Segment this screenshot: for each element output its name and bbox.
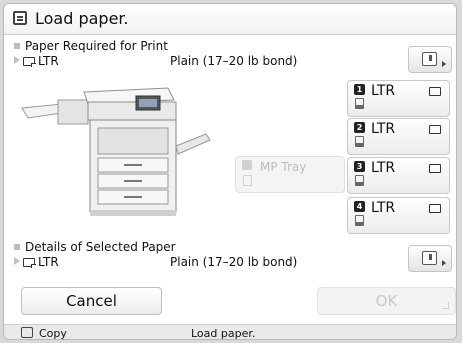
drawer-1-size: LTR — [371, 83, 396, 99]
mp-tray-label: MP Tray — [260, 160, 307, 174]
drawer-3-button[interactable]: 3 LTR — [347, 157, 450, 194]
triangle-icon — [14, 56, 20, 64]
paper-level-icon — [355, 98, 364, 109]
selected-paper-size: LTR — [14, 255, 59, 269]
paper-level-icon — [243, 175, 252, 186]
paper-level-icon — [355, 175, 364, 186]
chevron-right-icon — [442, 61, 446, 67]
required-paper-heading: Paper Required for Print — [14, 39, 168, 53]
triangle-icon — [14, 257, 20, 265]
drawer-1-button[interactable]: 1 LTR — [347, 80, 450, 117]
required-paper-size: LTR — [14, 54, 59, 68]
paper-level-icon — [355, 215, 364, 226]
paper-tray-icon — [13, 11, 27, 25]
paper-orientation-icon — [429, 164, 441, 173]
status-message: Load paper. — [191, 327, 256, 340]
title-bar: Load paper. — [4, 4, 456, 35]
required-paper-info: Paper Required for Print LTR Plain (17–2… — [14, 39, 409, 73]
paper-settings-icon — [422, 52, 437, 66]
dialog-title: Load paper. — [35, 9, 129, 28]
drawer-4-button[interactable]: 4 LTR — [347, 197, 450, 234]
drawer-2-number: 2 — [354, 122, 365, 133]
drawer-1-number: 1 — [354, 84, 365, 95]
paper-level-icon — [355, 136, 364, 147]
drawer-2-button[interactable]: 2 LTR — [347, 118, 450, 155]
selected-paper-settings-button[interactable] — [408, 245, 452, 272]
selected-paper-info: Details of Selected Paper LTR Plain (17–… — [14, 240, 409, 274]
drawer-3-size: LTR — [371, 160, 396, 176]
drawer-4-number: 4 — [354, 201, 365, 212]
required-paper-type: Plain (17–20 lb bond) — [170, 54, 298, 68]
paper-orientation-icon — [429, 87, 441, 96]
selected-paper-heading: Details of Selected Paper — [14, 240, 176, 254]
cancel-button[interactable]: Cancel — [21, 287, 162, 315]
chevron-right-icon — [442, 260, 446, 266]
mp-tray-button[interactable]: MP Tray — [235, 156, 345, 193]
paper-size-icon — [23, 57, 36, 67]
printer-illustration — [21, 87, 211, 216]
drawer-2-size: LTR — [371, 121, 396, 137]
button-corner-icon — [442, 302, 449, 309]
load-paper-dialog: Load paper. Paper Required for Print LTR… — [3, 3, 457, 340]
required-paper-settings-button[interactable] — [408, 46, 452, 73]
paper-size-icon — [23, 258, 36, 268]
selected-paper-type: Plain (17–20 lb bond) — [170, 255, 298, 269]
mp-tray-icon — [242, 160, 252, 170]
copy-icon — [21, 327, 33, 338]
status-bar: Copy Load paper. — [4, 324, 456, 340]
paper-settings-icon — [422, 251, 437, 265]
drawer-4-size: LTR — [371, 200, 396, 216]
ok-button[interactable]: OK — [317, 287, 456, 315]
status-mode: Copy — [39, 327, 67, 340]
paper-orientation-icon — [429, 125, 441, 134]
paper-orientation-icon — [429, 204, 441, 213]
drawer-3-number: 3 — [354, 161, 365, 172]
